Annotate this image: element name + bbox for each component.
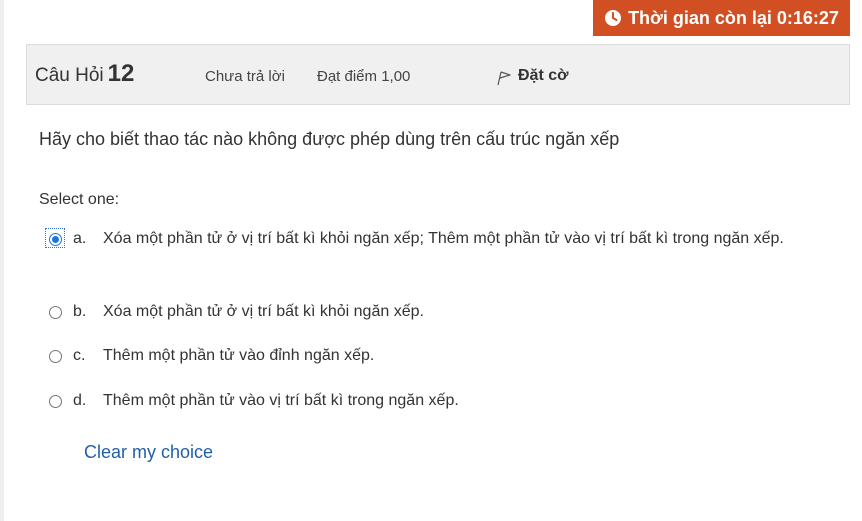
question-heading: Câu Hỏi 12 — [35, 60, 134, 88]
answer-option-a[interactable]: a. Xóa một phần tử ở vị trí bất kì khỏi … — [45, 228, 808, 254]
countdown-timer: Thời gian còn lại 0:16:27 — [593, 0, 850, 36]
flag-question-button[interactable]: Đặt cờ — [496, 66, 569, 86]
answer-status: Chưa trả lời — [205, 68, 285, 85]
answer-option-c[interactable]: c. Thêm một phần tử vào đỉnh ngăn xếp. — [47, 347, 808, 371]
radio-c[interactable] — [47, 347, 63, 363]
radio-a[interactable] — [45, 228, 65, 248]
question-points: Đạt điểm 1,00 — [317, 68, 411, 85]
question-number: 12 — [107, 60, 135, 87]
flag-label: Đặt cờ — [518, 67, 569, 84]
radio-b[interactable] — [47, 303, 63, 319]
option-letter: d. — [73, 392, 87, 409]
option-text: Xóa một phần tử ở vị trí bất kì khỏi ngă… — [103, 303, 424, 320]
question-info-bar: Câu Hỏi 12 Chưa trả lời Đạt điểm 1,00 Đặt… — [26, 44, 850, 105]
radio-icon — [48, 306, 62, 319]
answer-option-b[interactable]: b. Xóa một phần tử ở vị trí bất kì khỏi … — [47, 303, 808, 327]
select-one-label: Select one: — [39, 191, 120, 208]
question-label: Câu Hỏi — [35, 65, 104, 86]
option-text: Thêm một phần tử vào vị trí bất kì trong… — [103, 392, 459, 409]
option-letter: a. — [73, 230, 87, 247]
timer-label: Thời gian còn lại 0:16:27 — [628, 7, 839, 28]
option-letter: c. — [73, 347, 86, 364]
radio-icon — [48, 395, 62, 408]
clear-choice-link[interactable]: Clear my choice — [84, 442, 213, 463]
flag-icon — [496, 70, 512, 86]
clock-icon — [604, 9, 622, 27]
question-text: Hãy cho biết thao tác nào không được phé… — [39, 129, 620, 149]
radio-selected-icon — [48, 233, 62, 246]
option-text: Xóa một phần tử ở vị trí bất kì khỏi ngă… — [103, 230, 784, 247]
radio-d[interactable] — [47, 392, 63, 408]
radio-icon — [48, 350, 62, 363]
page-edge — [0, 0, 4, 521]
answer-option-d[interactable]: d. Thêm một phần tử vào vị trí bất kì tr… — [47, 392, 808, 416]
option-letter: b. — [73, 303, 87, 320]
option-text: Thêm một phần tử vào đỉnh ngăn xếp. — [103, 347, 375, 364]
